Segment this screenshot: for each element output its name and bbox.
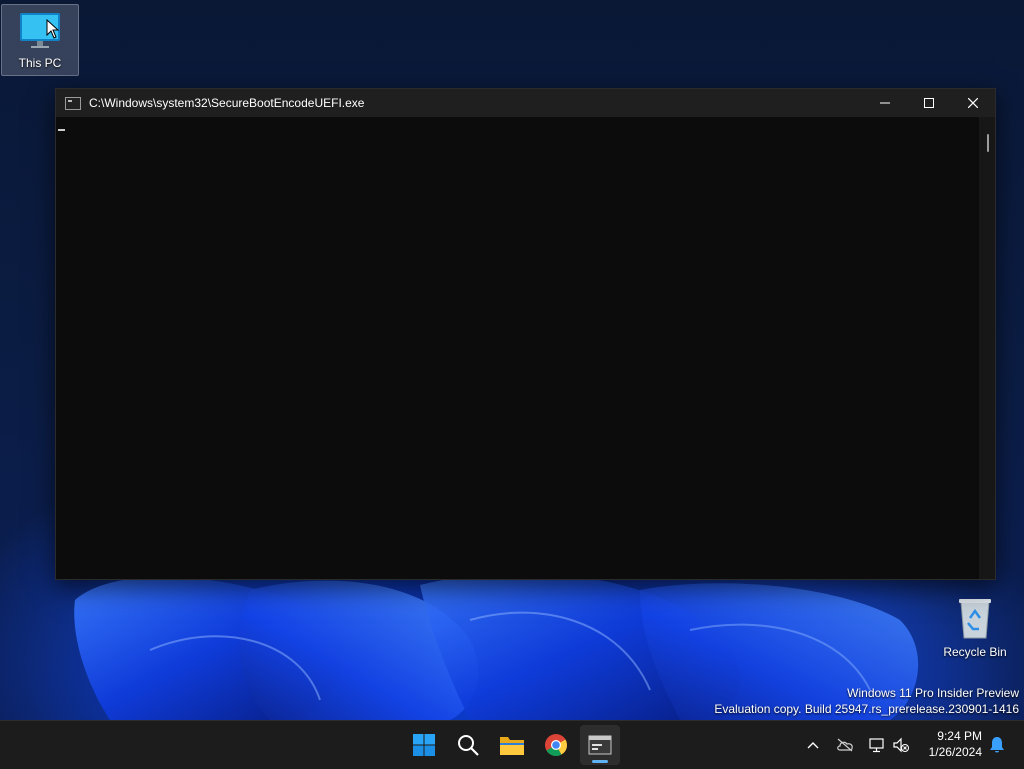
- close-icon: [968, 98, 978, 108]
- volume-muted-icon: [893, 737, 909, 753]
- maximize-button[interactable]: [907, 89, 951, 117]
- network-icon: [869, 738, 884, 753]
- watermark-line-2: Evaluation copy. Build 25947.rs_prerelea…: [714, 702, 1019, 716]
- console-app-icon: [65, 96, 81, 110]
- clock-date: 1/26/2024: [928, 745, 982, 759]
- mouse-cursor-icon: [46, 19, 60, 39]
- terminal-icon: [588, 735, 612, 755]
- onedrive-offline-icon: [837, 738, 853, 752]
- desktop-icon-recycle-bin[interactable]: Recycle Bin: [937, 596, 1013, 659]
- text-cursor: [58, 129, 65, 131]
- file-explorer-icon: [500, 737, 524, 755]
- search-icon: [458, 735, 479, 756]
- terminal-button[interactable]: [580, 725, 620, 765]
- console-output-area[interactable]: [56, 117, 979, 579]
- console-window[interactable]: C:\Windows\system32\SecureBootEncodeUEFI…: [55, 88, 996, 580]
- desktop-icon-label: This PC: [18, 56, 62, 70]
- desktop-icon-this-pc[interactable]: This PC: [1, 4, 79, 76]
- taskbar: 9:24 PM 1/26/2024: [0, 720, 1024, 769]
- window-title: C:\Windows\system32\SecureBootEncodeUEFI…: [89, 96, 365, 110]
- onedrive-tray-button[interactable]: [834, 721, 856, 769]
- clock-time: 9:24 PM: [937, 729, 982, 743]
- show-hidden-icons-button[interactable]: [802, 721, 824, 769]
- minimize-button[interactable]: [863, 89, 907, 117]
- network-tray-button[interactable]: [866, 721, 888, 769]
- title-bar[interactable]: C:\Windows\system32\SecureBootEncodeUEFI…: [56, 89, 995, 117]
- start-button[interactable]: [404, 725, 444, 765]
- volume-tray-button[interactable]: [890, 721, 912, 769]
- chrome-icon: [545, 734, 567, 756]
- watermark-line-1: Windows 11 Pro Insider Preview: [847, 686, 1019, 700]
- active-app-indicator: [592, 760, 608, 763]
- evaluation-watermark: Windows 11 Pro Insider Preview Evaluatio…: [714, 685, 1019, 717]
- search-button[interactable]: [448, 725, 488, 765]
- bell-icon: [990, 737, 1004, 753]
- minimize-icon: [880, 102, 890, 104]
- recycle-bin-icon: [959, 599, 991, 639]
- vertical-scrollbar[interactable]: [979, 117, 995, 579]
- maximize-icon: [924, 98, 934, 108]
- system-clock[interactable]: 9:24 PM 1/26/2024: [929, 728, 982, 760]
- scrollbar-thumb[interactable]: [987, 134, 989, 152]
- file-explorer-button[interactable]: [492, 725, 532, 765]
- start-icon: [413, 734, 435, 756]
- chevron-up-icon: [807, 742, 819, 749]
- notification-button[interactable]: [986, 721, 1008, 769]
- desktop-icon-label: Recycle Bin: [943, 645, 1007, 659]
- chrome-button[interactable]: [536, 725, 576, 765]
- close-button[interactable]: [951, 89, 995, 117]
